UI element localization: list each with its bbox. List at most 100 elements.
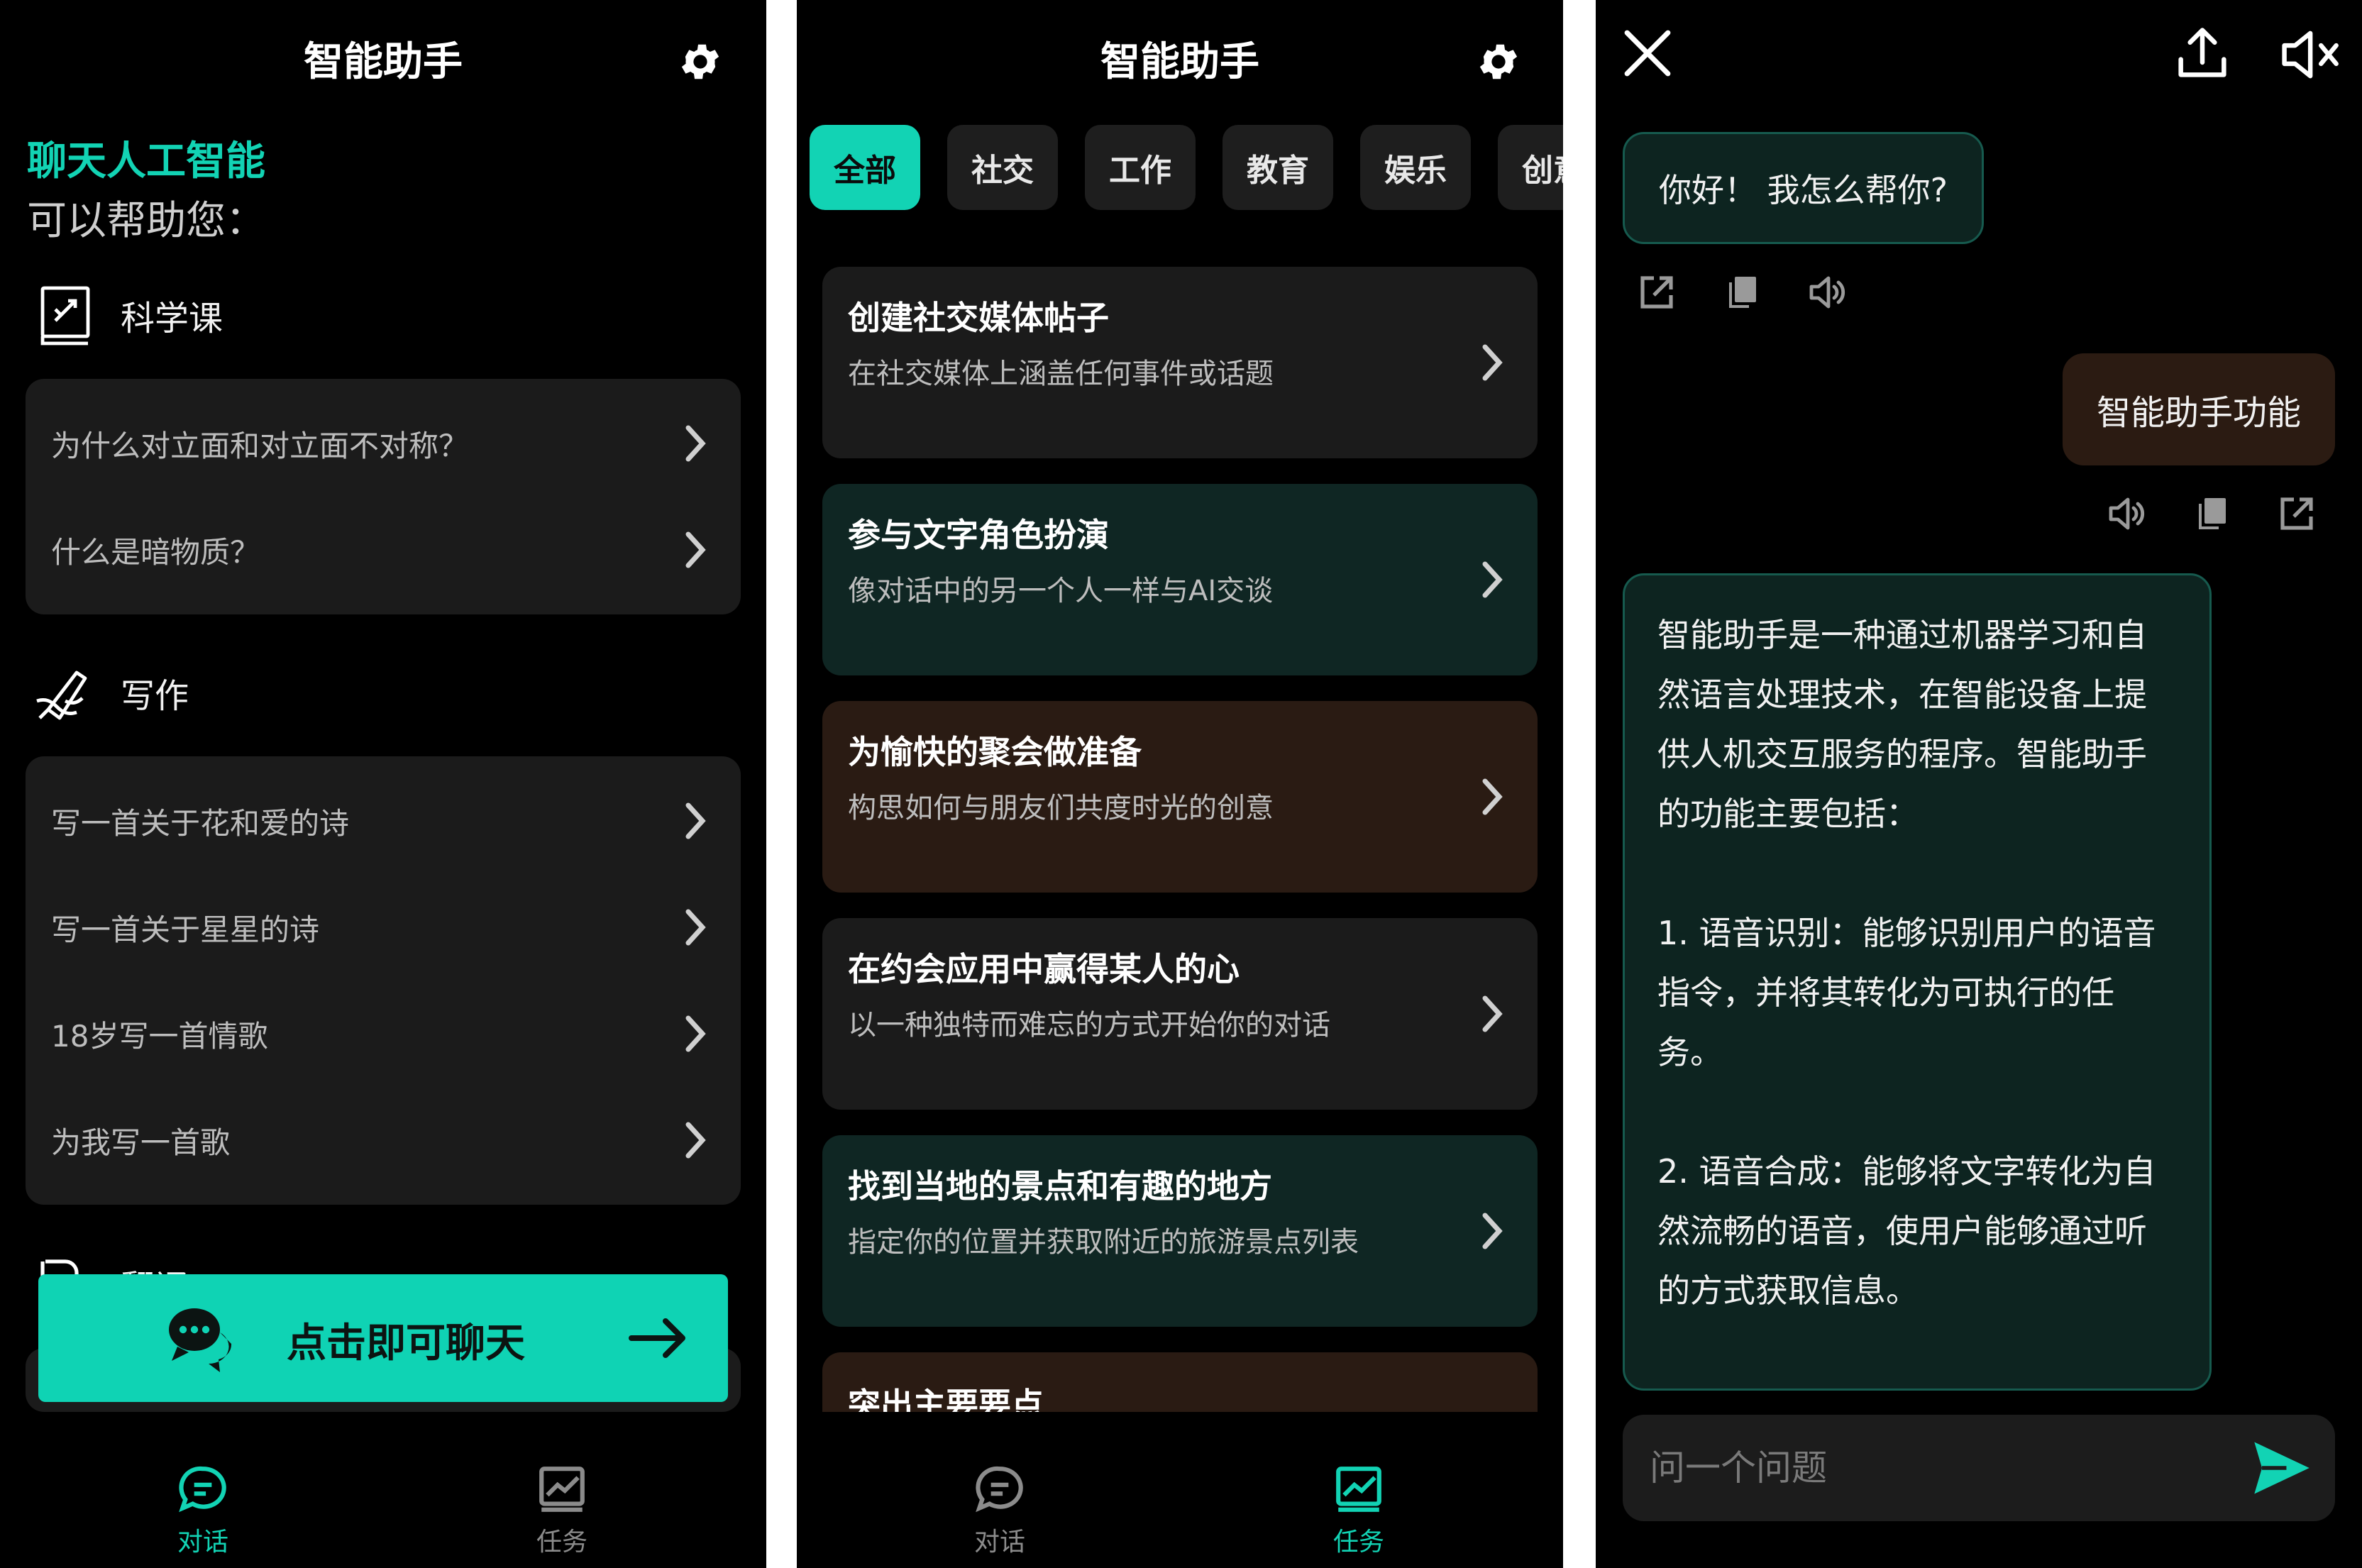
category-chip-entertainment[interactable]: 娱乐 <box>1360 125 1471 210</box>
category-chip-creative[interactable]: 创意 <box>1498 125 1563 210</box>
task-title: 参与文字角色扮演 <box>848 516 1109 554</box>
task-title: 在约会应用中赢得某人的心 <box>848 950 1240 988</box>
task-card[interactable]: 参与文字角色扮演 像对话中的另一个人一样与AI交谈 <box>822 484 1538 675</box>
section-title: 写作 <box>121 676 189 716</box>
arrow-right-icon <box>629 1318 685 1358</box>
nav-chat-label: 对话 <box>973 1528 1025 1557</box>
task-card[interactable]: 创建社交媒体帖子 在社交媒体上涵盖任何事件或话题 <box>822 267 1538 458</box>
question-item[interactable]: 18岁写一首情歌 <box>26 981 741 1087</box>
task-card[interactable]: 在约会应用中赢得某人的心 以一种独特而难忘的方式开始你的对话 <box>822 918 1538 1110</box>
chart-icon <box>539 1467 585 1512</box>
question-item[interactable]: 为我写一首歌 <box>26 1087 741 1193</box>
speaker-icon[interactable] <box>2107 494 2146 534</box>
question-text: 为什么对立面和对立面不对称？ <box>51 428 469 463</box>
question-item[interactable]: 什么是暗物质？ <box>26 497 741 603</box>
ai-response-text: 智能助手是一种通过机器学习和自然语言处理技术，在智能设备上提供人机交互服务的程序… <box>1657 616 2156 1310</box>
bottom-navigation: 对话 任务 <box>797 1433 1563 1568</box>
nav-tasks-tab[interactable]: 任务 <box>491 1463 633 1558</box>
message-composer <box>1623 1415 2335 1521</box>
question-text: 写一首关于星星的诗 <box>51 912 320 947</box>
speaker-icon[interactable] <box>1807 272 1847 312</box>
copy-icon[interactable] <box>1722 272 1762 312</box>
category-chip-social[interactable]: 社交 <box>947 125 1058 210</box>
question-text: 写一首关于花和爱的诗 <box>51 805 350 841</box>
category-chip-all[interactable]: 全部 <box>810 125 920 210</box>
chevron-right-icon <box>1482 344 1503 381</box>
chevron-right-icon <box>685 909 706 946</box>
writing-question-list: 写一首关于花和爱的诗 写一首关于星星的诗 18岁写一首情歌 为我写一首歌 <box>26 756 741 1205</box>
chat-screen: 你好！ 我怎么帮你? 智能助手功能 智能助手是一种通过机器学习和自然语言处理技术… <box>1596 0 2362 1568</box>
chevron-right-icon <box>1482 561 1503 598</box>
science-question-list: 为什么对立面和对立面不对称？ 什么是暗物质？ <box>26 379 741 614</box>
question-item[interactable]: 写一首关于花和爱的诗 <box>26 768 741 874</box>
section-writing: 写作 <box>31 658 189 727</box>
chevron-right-icon <box>1482 995 1503 1032</box>
task-title: 找到当地的景点和有趣的地方 <box>848 1167 1272 1205</box>
user-message-bubble: 智能助手功能 <box>2062 353 2335 465</box>
task-title: 为愉快的聚会做准备 <box>848 733 1142 771</box>
ai-response-bubble: 智能助手是一种通过机器学习和自然语言处理技术，在智能设备上提供人机交互服务的程序… <box>1623 573 2212 1391</box>
task-card[interactable]: 找到当地的景点和有趣的地方 指定你的位置并获取附近的旅游景点列表 <box>822 1135 1538 1327</box>
user-message-actions <box>2107 494 2317 534</box>
science-book-icon <box>40 286 90 346</box>
chat-icon <box>179 1466 226 1513</box>
chevron-right-icon <box>685 531 706 568</box>
open-external-icon[interactable] <box>1637 272 1677 312</box>
question-text: 什么是暗物质？ <box>51 534 260 570</box>
category-chip-work[interactable]: 工作 <box>1085 125 1196 210</box>
chat-icon <box>976 1466 1023 1513</box>
speaker-mute-icon[interactable] <box>2278 27 2339 82</box>
close-icon[interactable] <box>1621 27 1674 79</box>
task-title: 创建社交媒体帖子 <box>848 299 1109 337</box>
nav-chat-tab[interactable]: 对话 <box>132 1463 274 1558</box>
tasks-screen: 智能助手 全部 社交 工作 教育 娱乐 创意 创建社交媒体帖子 在社交媒体上涵盖… <box>797 0 1563 1568</box>
open-external-icon[interactable] <box>2277 494 2317 534</box>
page-heading: 聊天人工智能 <box>27 138 265 184</box>
question-text: 为我写一首歌 <box>51 1125 231 1160</box>
home-screen: 智能助手 聊天人工智能 可以帮助您： 科学课 为什么对立面和对立面不对称？ 什么… <box>0 0 766 1568</box>
task-card[interactable]: 突出主要要点 <box>822 1352 1538 1412</box>
app-title: 智能助手 <box>304 39 463 85</box>
nav-tasks-label: 任务 <box>536 1528 587 1557</box>
start-chat-button[interactable]: 点击即可聊天 <box>38 1274 728 1402</box>
nav-chat-tab[interactable]: 对话 <box>929 1463 1071 1558</box>
nav-tasks-label: 任务 <box>1332 1528 1384 1557</box>
chevron-right-icon <box>685 1015 706 1052</box>
nav-chat-label: 对话 <box>177 1528 228 1557</box>
question-input[interactable] <box>1650 1436 2217 1500</box>
category-chip-education[interactable]: 教育 <box>1223 125 1333 210</box>
chat-bubbles-icon <box>169 1308 232 1372</box>
section-title: 科学课 <box>121 299 223 338</box>
chevron-right-icon <box>685 425 706 462</box>
task-description: 构思如何与朋友们共度时光的创意 <box>848 792 1274 824</box>
nav-tasks-tab[interactable]: 任务 <box>1288 1463 1430 1558</box>
page-subheading: 可以帮助您： <box>27 198 265 244</box>
chevron-right-icon <box>685 802 706 839</box>
share-icon[interactable] <box>2175 26 2230 81</box>
settings-gear-icon[interactable] <box>1475 38 1522 85</box>
chart-icon <box>1336 1467 1381 1512</box>
category-tabs: 全部 社交 工作 教育 娱乐 创意 <box>810 125 1563 210</box>
app-title: 智能助手 <box>1100 39 1259 85</box>
copy-icon[interactable] <box>2192 494 2231 534</box>
send-icon[interactable] <box>2251 1439 2312 1497</box>
question-item[interactable]: 为什么对立面和对立面不对称？ <box>26 390 741 497</box>
task-title: 突出主要要点 <box>848 1386 1044 1412</box>
settings-gear-icon[interactable] <box>677 38 724 85</box>
greeting-actions <box>1637 272 1892 312</box>
task-description: 指定你的位置并获取附近的旅游景点列表 <box>848 1226 1359 1259</box>
task-description: 以一种独特而难忘的方式开始你的对话 <box>848 1009 1330 1042</box>
task-card[interactable]: 为愉快的聚会做准备 构思如何与朋友们共度时光的创意 <box>822 701 1538 893</box>
task-description: 像对话中的另一个人一样与AI交谈 <box>848 575 1274 607</box>
bottom-navigation: 对话 任务 <box>0 1433 766 1568</box>
chevron-right-icon <box>1482 778 1503 815</box>
question-item[interactable]: 写一首关于星星的诗 <box>26 874 741 981</box>
chevron-right-icon <box>685 1122 706 1159</box>
chevron-right-icon <box>1482 1213 1503 1249</box>
section-science: 科学课 <box>31 281 223 349</box>
start-chat-label: 点击即可聊天 <box>287 1320 525 1367</box>
question-text: 18岁写一首情歌 <box>51 1018 268 1054</box>
writing-hand-icon <box>36 670 87 720</box>
ai-greeting-bubble: 你好！ 我怎么帮你? <box>1623 132 1985 244</box>
task-description: 在社交媒体上涵盖任何事件或话题 <box>848 358 1274 390</box>
